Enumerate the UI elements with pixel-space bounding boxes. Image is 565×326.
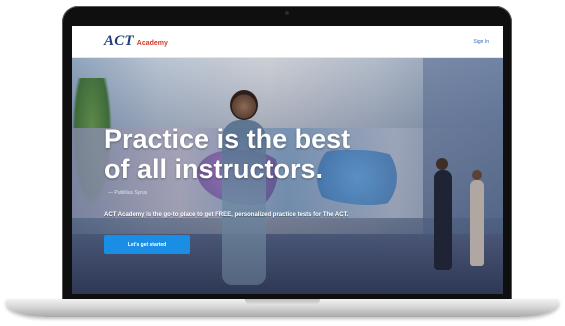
headline-line-1: Practice is the best: [104, 124, 351, 154]
site-header: ACT Academy Sign In: [72, 26, 503, 58]
get-started-button[interactable]: Let's get started: [104, 235, 190, 254]
act-academy-logo[interactable]: ACT Academy: [104, 33, 168, 50]
laptop-notch: [245, 299, 320, 305]
logo-act-text: ACT: [104, 33, 134, 49]
bystander-figure: [434, 170, 452, 270]
hero-headline: Practice is the best of all instructors.: [104, 124, 404, 184]
bystander-head: [436, 158, 448, 170]
bystander-head: [472, 170, 482, 180]
skateboarder-head: [230, 90, 258, 120]
hero-tagline: ACT Academy is the go-to place to get FR…: [104, 212, 349, 218]
hero-section: Practice is the best of all instructors.…: [72, 58, 503, 294]
bystander-figure: [470, 180, 484, 266]
logo-academy-text: Academy: [136, 40, 168, 47]
sign-in-link[interactable]: Sign In: [473, 39, 489, 45]
laptop-screen: ACT Academy Sign In Practice is the best…: [72, 26, 503, 294]
quote-attribution: — Publilius Syrus: [108, 190, 148, 196]
webcam-icon: [285, 11, 289, 15]
headline-line-2: of all instructors.: [104, 154, 324, 184]
